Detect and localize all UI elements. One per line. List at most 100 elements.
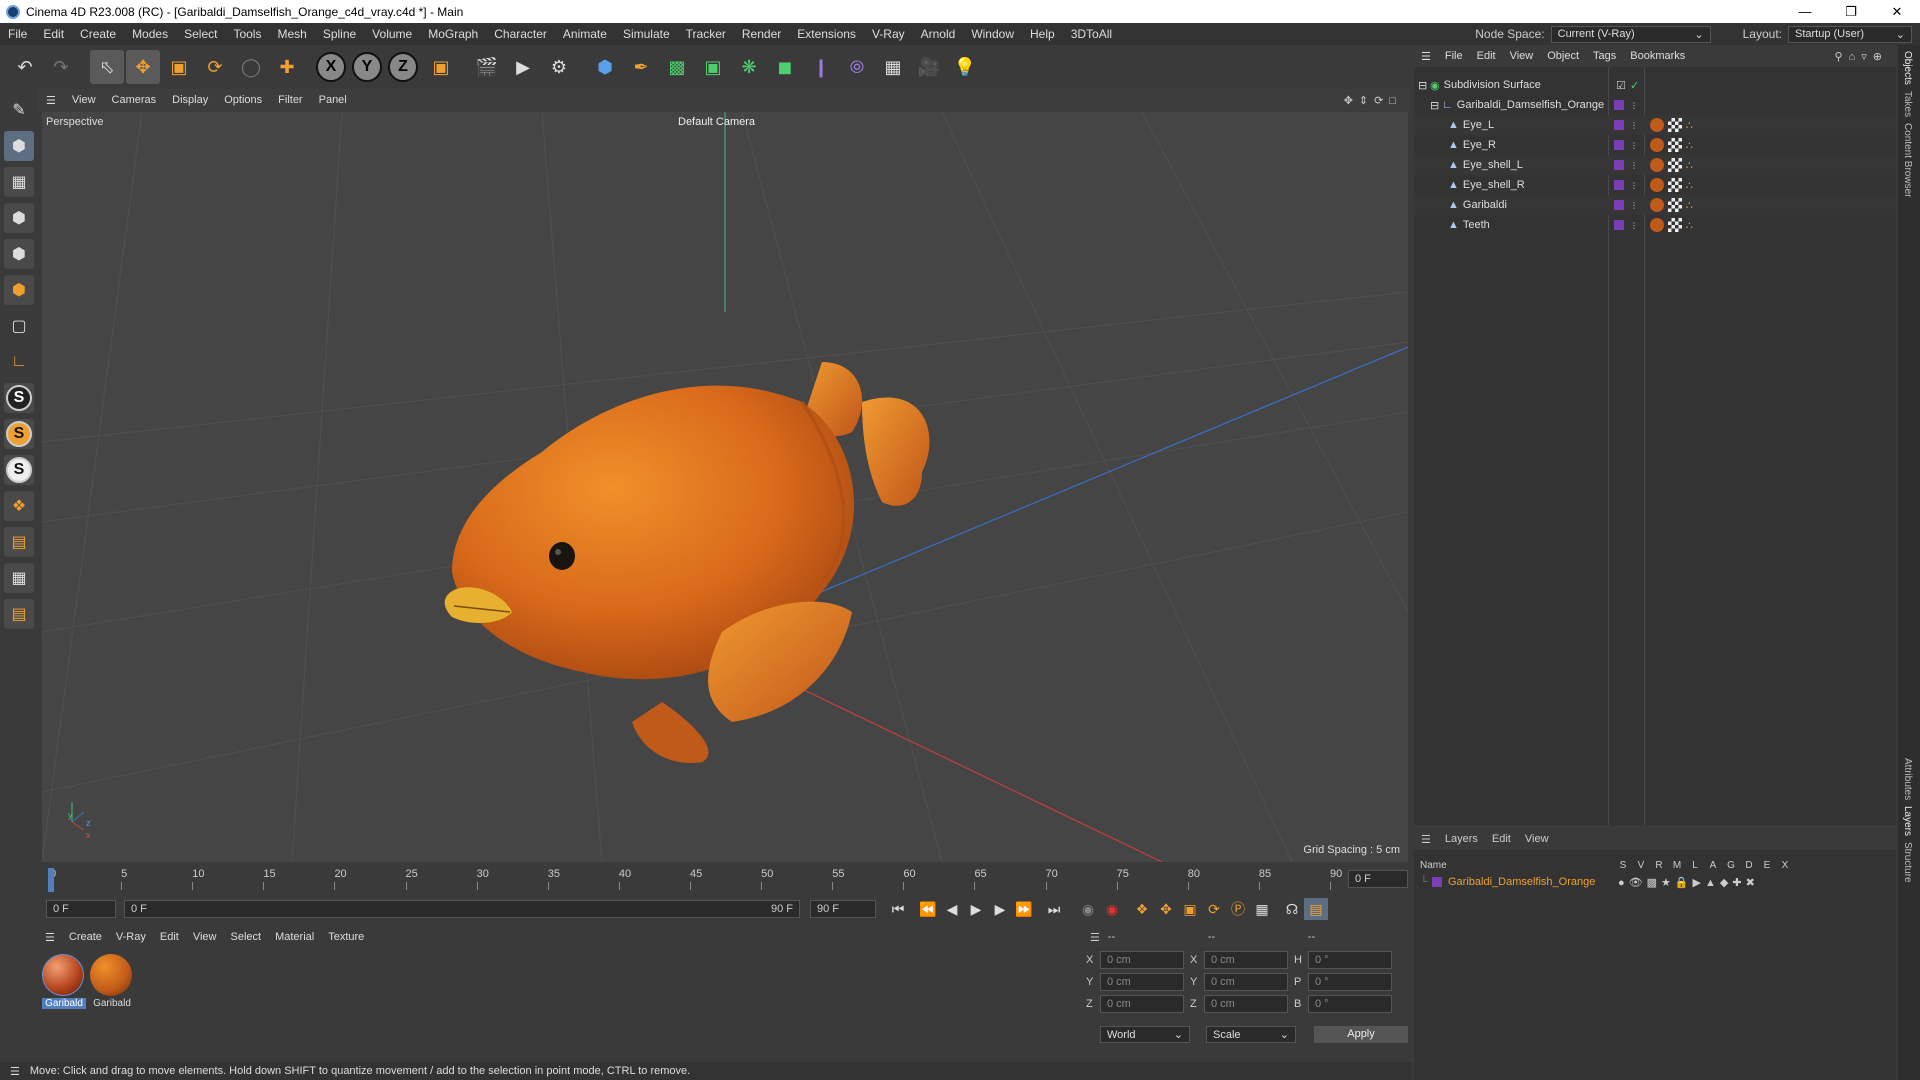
object-row-child[interactable]: ▲ Garibaldi ⋮ ∴ xyxy=(1414,195,1896,215)
grid-workplane-icon[interactable]: ▦ xyxy=(4,563,34,593)
array-icon[interactable]: ❋ xyxy=(732,50,766,84)
layer-color-icon[interactable] xyxy=(1614,120,1624,130)
z-axis-lock-icon[interactable]: Z xyxy=(388,52,418,82)
menu-volume[interactable]: Volume xyxy=(364,27,420,41)
field-icon[interactable]: ⦾ xyxy=(840,50,874,84)
material-tag-icon[interactable] xyxy=(1650,178,1664,192)
texture-tag-icon[interactable] xyxy=(1668,138,1682,152)
go-to-end-icon[interactable]: ⏭ xyxy=(1042,898,1066,920)
snap-settings-icon[interactable]: S xyxy=(4,419,34,449)
object-menu-object[interactable]: Object xyxy=(1540,50,1586,62)
mograph-cloner-icon[interactable]: ◼ xyxy=(768,50,802,84)
material-tag-icon[interactable] xyxy=(1650,138,1664,152)
floor-icon[interactable]: ▦ xyxy=(876,50,910,84)
autokey-icon[interactable]: ◉ xyxy=(1100,898,1124,920)
extrude-icon[interactable]: ▣ xyxy=(696,50,730,84)
points-mode-icon[interactable]: ⬢ xyxy=(4,203,34,233)
workplane-icon[interactable]: ▤ xyxy=(4,527,34,557)
menu-window[interactable]: Window xyxy=(963,27,1022,41)
minimize-icon[interactable]: — xyxy=(1782,4,1828,20)
viewport-menu-view[interactable]: View xyxy=(64,94,104,106)
tab-attributes[interactable]: Attributes xyxy=(1902,758,1913,800)
texture-tag-icon[interactable] xyxy=(1668,198,1682,212)
check-enabled-icon[interactable]: ☑ xyxy=(1616,79,1626,92)
menu-spline[interactable]: Spline xyxy=(315,27,364,41)
rotate-tool-icon[interactable]: ⟳ xyxy=(198,50,232,84)
menu-file[interactable]: File xyxy=(0,27,35,41)
object-row-group[interactable]: ⊟ ∟ Garibaldi_Damselfish_Orange ⋮ xyxy=(1414,95,1896,115)
object-row-child[interactable]: ▲ Teeth ⋮ ∴ xyxy=(1414,215,1896,235)
vray-tag-icon[interactable]: ∴ xyxy=(1686,159,1693,172)
menu-tracker[interactable]: Tracker xyxy=(678,27,734,41)
render-view-icon[interactable]: 🎬 xyxy=(470,50,504,84)
locked-workplane-icon[interactable]: ▤ xyxy=(4,599,34,629)
object-hamburger-icon[interactable]: ☰ xyxy=(1414,50,1438,63)
visibility-dots-icon[interactable]: ⋮ xyxy=(1630,221,1638,230)
object-row-subdivision[interactable]: ⊟ ◉ Subdivision Surface ☑ ✓ xyxy=(1414,75,1896,95)
live-select-icon[interactable]: ◯ xyxy=(234,50,268,84)
close-icon[interactable]: ✕ xyxy=(1874,4,1920,20)
end-frame-field[interactable]: 90 F xyxy=(810,900,876,918)
keyframe-selection-icon[interactable]: ❖ xyxy=(1130,898,1154,920)
object-row-child[interactable]: ▲ Eye_R ⋮ ∴ xyxy=(1414,135,1896,155)
subdivision-icon[interactable]: ▩ xyxy=(660,50,694,84)
next-frame-icon[interactable]: ▶ xyxy=(988,898,1012,920)
coord-value-field[interactable]: 0 cm xyxy=(1204,973,1288,991)
coord-value-field[interactable]: 0 ° xyxy=(1308,973,1392,991)
vray-tag-icon[interactable]: ∴ xyxy=(1686,199,1693,212)
menu-render[interactable]: Render xyxy=(734,27,789,41)
menu-modes[interactable]: Modes xyxy=(124,27,176,41)
maximize-icon[interactable]: ❐ xyxy=(1828,4,1874,20)
key-pla-icon[interactable]: ▦ xyxy=(1250,898,1274,920)
menu-tools[interactable]: Tools xyxy=(225,27,269,41)
play-icon[interactable]: ▶ xyxy=(964,898,988,920)
menu-simulate[interactable]: Simulate xyxy=(615,27,678,41)
next-key-icon[interactable]: ⏩ xyxy=(1012,898,1036,920)
undo-icon[interactable]: ↶ xyxy=(8,50,42,84)
layout-dropdown[interactable]: Startup (User) ⌄ xyxy=(1788,25,1912,43)
tab-content-browser[interactable]: Content Browser xyxy=(1902,123,1913,197)
object-search-icon[interactable]: ⚲⌂▿⊕ xyxy=(1835,50,1896,63)
layer-color-icon[interactable] xyxy=(1614,160,1624,170)
collapse-icon[interactable]: ⊟ xyxy=(1430,99,1442,112)
coord-value-field[interactable]: 0 cm xyxy=(1100,995,1184,1013)
timeline-window-icon[interactable]: ▤ xyxy=(1304,898,1328,920)
menu-mesh[interactable]: Mesh xyxy=(269,27,314,41)
key-parameter-icon[interactable]: Ⓟ xyxy=(1226,898,1250,920)
tab-objects[interactable]: Objects xyxy=(1902,51,1913,85)
scale-tool-icon[interactable]: ▣ xyxy=(162,50,196,84)
world-dropdown[interactable]: World ⌄ xyxy=(1100,1026,1190,1043)
y-axis-lock-icon[interactable]: Y xyxy=(352,52,382,82)
collapse-icon[interactable]: ⊟ xyxy=(1418,79,1430,92)
snap-icon[interactable]: S xyxy=(4,383,34,413)
object-menu-bookmarks[interactable]: Bookmarks xyxy=(1623,50,1692,62)
menu-character[interactable]: Character xyxy=(486,27,555,41)
motion-system-icon[interactable]: ☊ xyxy=(1280,898,1304,920)
material-menu-view[interactable]: View xyxy=(186,931,224,943)
material-tag-icon[interactable] xyxy=(1650,198,1664,212)
layer-menu-layers[interactable]: Layers xyxy=(1438,833,1485,845)
vray-tag-icon[interactable]: ∴ xyxy=(1686,119,1693,132)
start-frame-field[interactable]: 0 F xyxy=(46,900,116,918)
check-visible-icon[interactable]: ✓ xyxy=(1630,79,1639,92)
layer-color-icon[interactable] xyxy=(1614,220,1624,230)
visibility-dots-icon[interactable]: ⋮ xyxy=(1630,201,1638,210)
3d-viewport[interactable]: Perspective Default Camera y z x Grid Sp… xyxy=(42,112,1408,862)
visibility-dots-icon[interactable]: ⋮ xyxy=(1630,161,1638,170)
layer-toggle-icons[interactable]: ●👁▩★🔒▶▲◆✚✖ xyxy=(1618,876,1759,889)
coord-value-field[interactable]: 0 cm xyxy=(1100,973,1184,991)
coord-value-field[interactable]: 0 cm xyxy=(1204,951,1288,969)
previous-frame-icon[interactable]: ◀ xyxy=(940,898,964,920)
texture-tag-icon[interactable] xyxy=(1668,218,1682,232)
redo-icon[interactable]: ↷ xyxy=(44,50,78,84)
uv-mode-icon[interactable]: ▢ xyxy=(4,311,34,341)
object-menu-file[interactable]: File xyxy=(1438,50,1470,62)
menu-edit[interactable]: Edit xyxy=(35,27,72,41)
layer-color-icon[interactable] xyxy=(1614,140,1624,150)
render-settings-icon[interactable]: ⚙ xyxy=(542,50,576,84)
viewport-menu-display[interactable]: Display xyxy=(164,94,216,106)
menu-extensions[interactable]: Extensions xyxy=(789,27,864,41)
layer-hamburger-icon[interactable]: ☰ xyxy=(1414,833,1438,846)
layer-color-icon[interactable] xyxy=(1432,877,1442,887)
layer-menu-edit[interactable]: Edit xyxy=(1485,833,1518,845)
